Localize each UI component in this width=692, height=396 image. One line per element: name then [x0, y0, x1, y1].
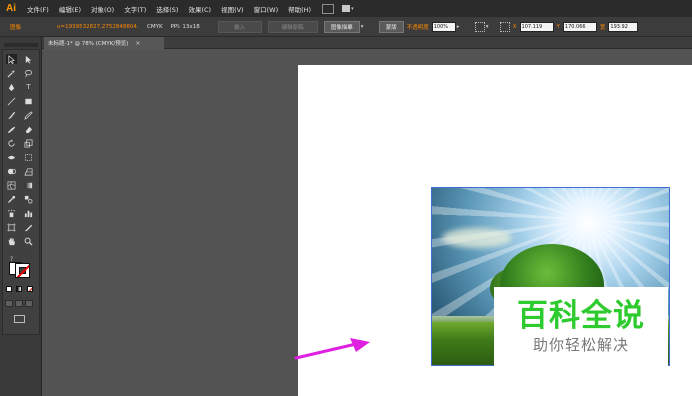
menu-object[interactable]: 对象(O) [86, 4, 119, 14]
ppi-label: PPI: 13x18 [170, 23, 200, 30]
menu-edit[interactable]: 编辑(E) [54, 4, 86, 14]
watermark: 百科全说 助你轻松解决 [494, 287, 668, 367]
x-label: X [512, 23, 517, 30]
hand-tool-icon[interactable] [6, 236, 17, 246]
shape-builder-tool-icon[interactable] [6, 166, 17, 176]
tools-panel-grip[interactable] [4, 43, 38, 47]
direct-selection-tool-icon[interactable] [23, 54, 34, 64]
align-icon[interactable] [474, 21, 485, 32]
width-tool-icon[interactable] [6, 152, 17, 162]
gradient-mode-icon[interactable] [16, 286, 22, 292]
menu-help[interactable]: 帮助(H) [283, 4, 316, 14]
eyedropper-tool-icon[interactable] [6, 194, 17, 204]
rectangle-tool-icon[interactable] [23, 96, 34, 106]
menu-type[interactable]: 文字(T) [119, 4, 151, 14]
menu-select[interactable]: 选择(S) [151, 4, 183, 14]
opacity-input[interactable]: 100% [431, 21, 456, 32]
watermark-subtitle: 助你轻松解决 [532, 336, 629, 354]
y-label: Y [556, 23, 560, 30]
gradient-tool-icon[interactable] [23, 180, 34, 190]
embed-button[interactable]: 嵌入 [217, 20, 262, 33]
watermark-title: 百科全说 [517, 298, 645, 334]
document-tab-title: 未标题-1* @ 78% (CMYK/预览) [48, 41, 129, 47]
pen-tool-icon[interactable] [6, 82, 17, 92]
document-tab-strip: 未标题-1* @ 78% (CMYK/预览) × [42, 37, 692, 49]
none-mode-icon[interactable] [27, 286, 33, 292]
screen-mode-icon[interactable] [14, 315, 25, 323]
menu-window[interactable]: 窗口(W) [249, 4, 284, 14]
opacity-label[interactable]: 不透明度 [407, 23, 429, 31]
width-input[interactable]: 193.92 [608, 21, 639, 32]
blend-tool-icon[interactable] [23, 194, 34, 204]
perspective-grid-tool-icon[interactable] [23, 166, 34, 176]
selection-tool-icon[interactable] [6, 54, 17, 64]
menu-bar: Ai 文件(F) 编辑(E) 对象(O) 文字(T) 选择(S) 效果(C) 视… [0, 0, 692, 17]
zoom-tool-icon[interactable] [23, 236, 34, 246]
document-tab[interactable]: 未标题-1* @ 78% (CMYK/预览) × [44, 37, 164, 49]
opacity-dropdown-icon[interactable]: ▸ [457, 21, 465, 33]
edit-original-button[interactable]: 编辑原稿 [267, 20, 318, 33]
annotation-arrow-icon [294, 338, 370, 360]
control-bar: 图像 u=1939532827,2752848804... CMYK PPI: … [0, 17, 692, 37]
close-icon[interactable]: × [135, 40, 140, 47]
rotate-tool-icon[interactable] [6, 138, 17, 148]
menu-file[interactable]: 文件(F) [22, 4, 54, 14]
linked-file-name[interactable]: u=1939532827,2752848804... [57, 24, 139, 30]
x-input[interactable]: 107.119 [519, 21, 554, 32]
color-mode-label: CMYK [147, 23, 163, 30]
stroke-swatch[interactable] [15, 263, 30, 278]
menu-view[interactable]: 视图(V) [216, 4, 249, 14]
align-dropdown-icon[interactable]: ▾ [486, 21, 494, 33]
pencil-tool-icon[interactable] [23, 110, 34, 120]
canvas-area[interactable]: 百科全说 助你轻松解决 [42, 49, 692, 396]
artboard-tool-icon[interactable] [6, 222, 17, 232]
magic-wand-tool-icon[interactable] [6, 68, 17, 78]
reference-point-icon[interactable] [499, 21, 510, 32]
drawing-modes[interactable] [5, 300, 37, 307]
lasso-tool-icon[interactable] [23, 68, 34, 78]
tools-panel: T [2, 49, 40, 335]
arrange-documents-icon[interactable]: ▾ [342, 4, 356, 14]
image-trace-dropdown-icon[interactable]: ▾ [361, 21, 369, 33]
mask-button[interactable]: 蒙版 [378, 20, 404, 33]
symbol-sprayer-tool-icon[interactable] [6, 208, 17, 218]
scale-tool-icon[interactable] [23, 138, 34, 148]
mesh-tool-icon[interactable] [6, 180, 17, 190]
paintbrush-tool-icon[interactable] [6, 110, 17, 120]
width-label: 宽 [599, 24, 606, 31]
selection-type-label: 图像 [10, 24, 22, 31]
blob-brush-tool-icon[interactable] [6, 124, 17, 134]
free-transform-tool-icon[interactable] [23, 152, 34, 162]
app-logo: Ai [6, 3, 16, 14]
menu-effect[interactable]: 效果(C) [183, 4, 216, 14]
slice-tool-icon[interactable] [23, 222, 34, 232]
image-trace-button[interactable]: 图像描摹 [323, 20, 360, 33]
y-input[interactable]: 170.066 [562, 21, 597, 32]
column-graph-tool-icon[interactable] [23, 208, 34, 218]
bridge-icon[interactable] [322, 3, 335, 14]
line-segment-tool-icon[interactable] [6, 96, 17, 106]
color-mode-icon[interactable] [6, 286, 12, 292]
eraser-tool-icon[interactable] [23, 124, 34, 134]
type-tool-icon[interactable]: T [23, 82, 34, 92]
